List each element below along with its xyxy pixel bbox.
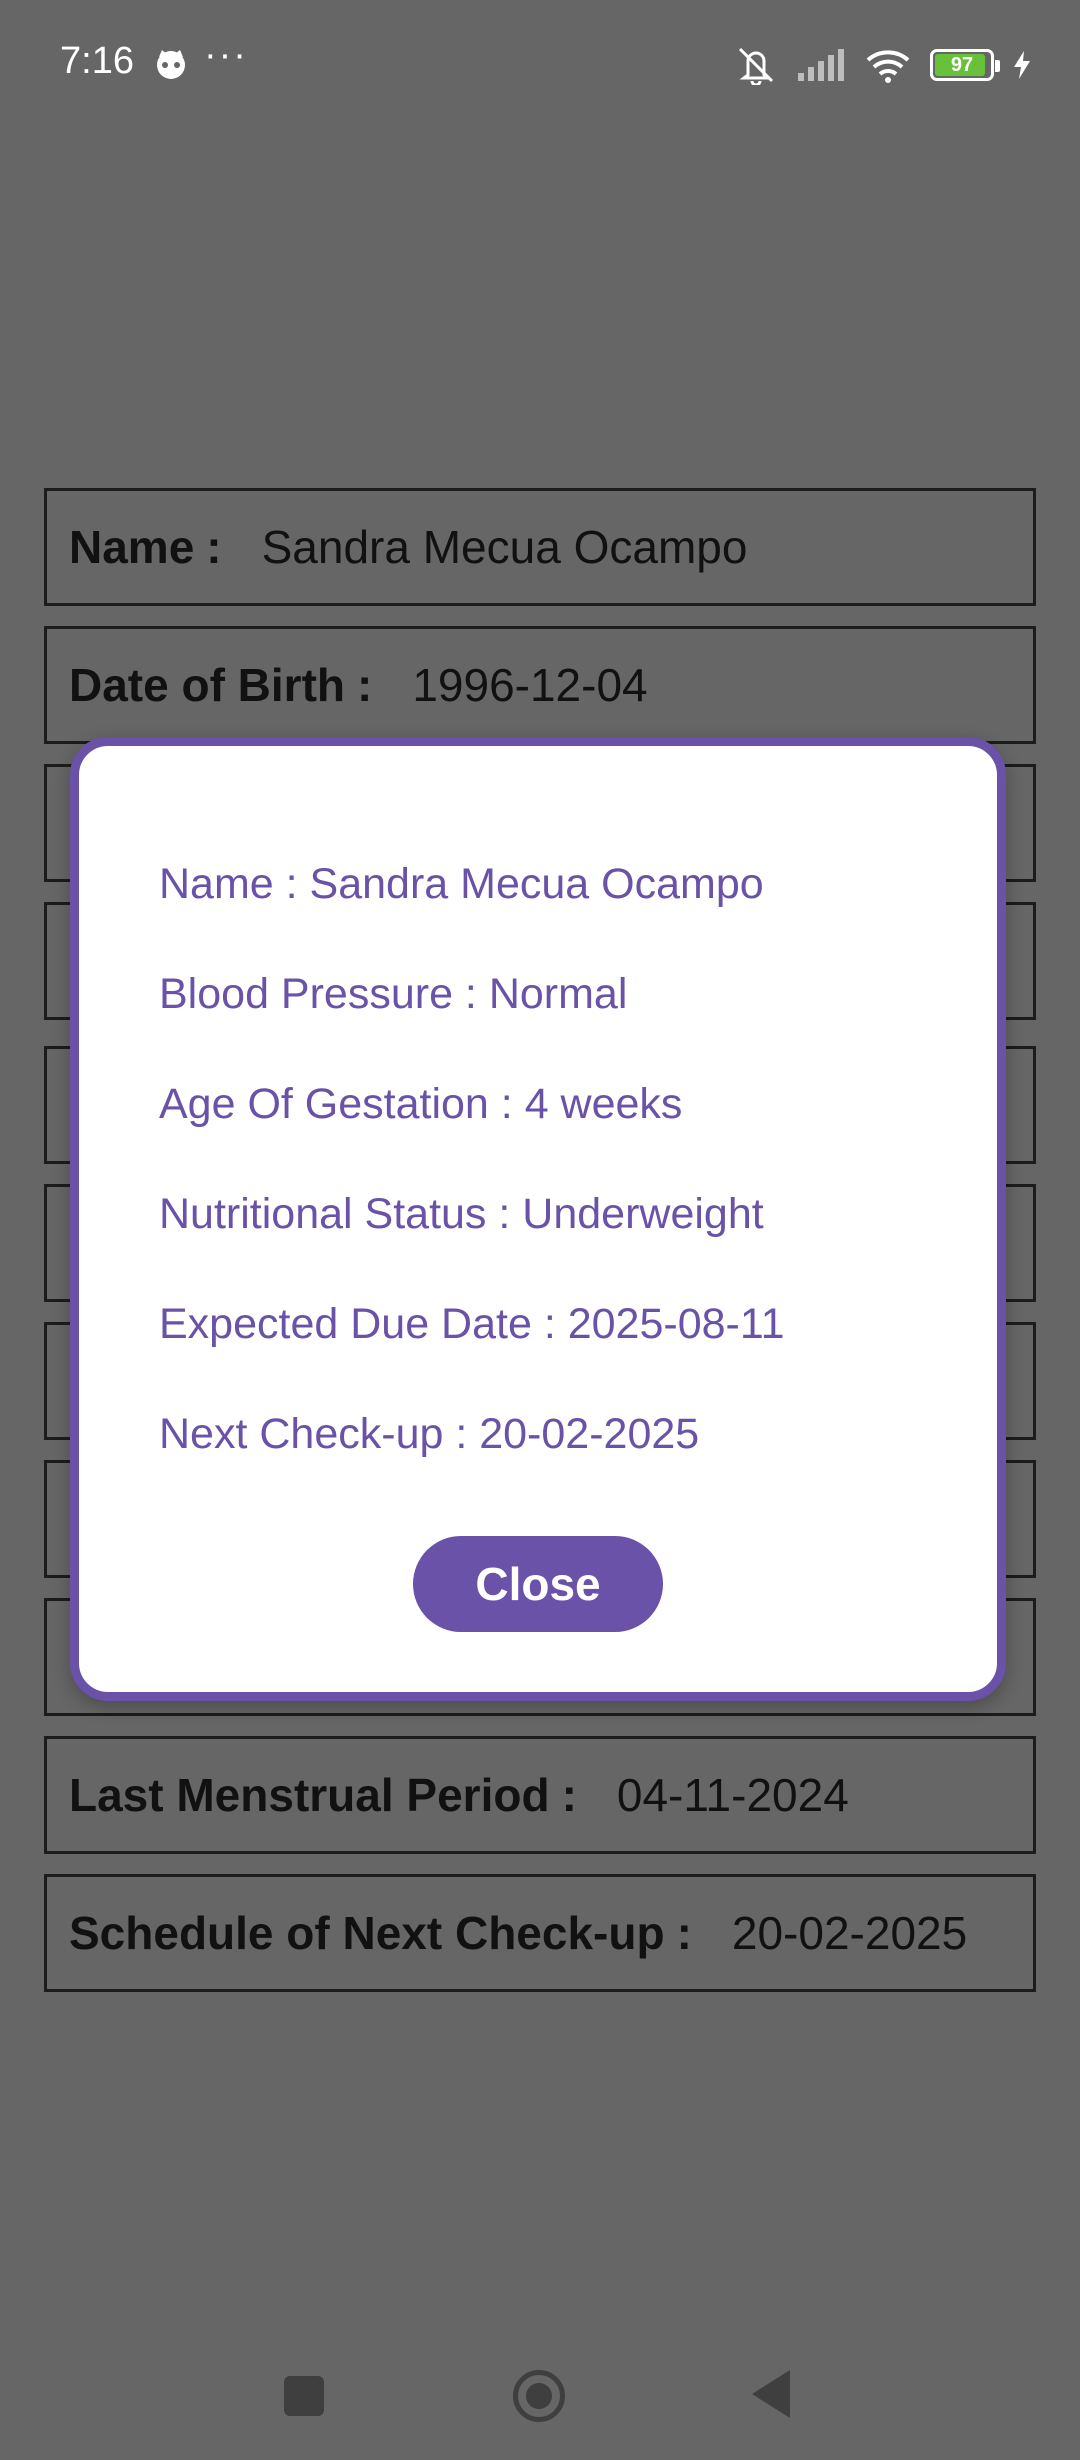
dialog-gestation-line: Age Of Gestation : 4 weeks	[159, 1080, 683, 1128]
form-row-name: Name : Sandra Mecua Ocampo	[44, 488, 1036, 606]
battery-tip	[995, 60, 1000, 72]
form-colon: :	[357, 659, 373, 711]
home-circle-icon[interactable]	[513, 2370, 565, 2422]
form-label: Date of Birth	[69, 659, 345, 711]
battery-icon: 97	[930, 49, 1000, 81]
summary-dialog: Name : Sandra Mecua Ocampo Blood Pressur…	[70, 737, 1006, 1701]
status-icons: 97	[734, 40, 1032, 90]
form-label: Schedule of Next Check-up	[69, 1907, 665, 1959]
battery-level: 97	[950, 53, 974, 76]
form-row-next-checkup: Schedule of Next Check-up : 20-02-2025	[44, 1874, 1036, 1992]
form-row-date-of-birth: Date of Birth : 1996-12-04	[44, 626, 1036, 744]
signal-icon	[798, 49, 844, 81]
form-value: 04-11-2024	[616, 1769, 849, 1821]
form-colon: :	[676, 1907, 692, 1959]
back-triangle-icon[interactable]	[752, 2370, 790, 2418]
home-circle-inner	[526, 2383, 552, 2409]
close-button[interactable]: Close	[413, 1536, 663, 1632]
more-notifications-icon: ···	[204, 34, 248, 76]
form-colon: :	[561, 1769, 577, 1821]
vibrate-off-icon	[738, 47, 774, 85]
form-row-last-menstrual-period: Last Menstrual Period : 04-11-2024	[44, 1736, 1036, 1854]
form-value: 20-02-2025	[731, 1907, 968, 1959]
form-value: Sandra Mecua Ocampo	[261, 521, 748, 573]
recents-square-icon[interactable]	[284, 2376, 324, 2416]
dialog-name-line: Name : Sandra Mecua Ocampo	[159, 860, 764, 908]
cat-face-icon	[157, 50, 185, 79]
form-colon: :	[206, 521, 222, 573]
form-value: 1996-12-04	[412, 659, 648, 711]
dialog-next-checkup-line: Next Check-up : 20-02-2025	[159, 1410, 700, 1458]
wifi-icon	[866, 50, 910, 83]
form-label: Last Menstrual Period	[69, 1769, 550, 1821]
dialog-nutrition-line: Nutritional Status : Underweight	[159, 1190, 764, 1238]
status-bar: 7:16 ··· 97	[0, 0, 1080, 130]
charging-bolt-icon	[1014, 51, 1030, 79]
dialog-blood-pressure-line: Blood Pressure : Normal	[159, 970, 628, 1018]
form-label: Name	[69, 521, 195, 573]
status-time: 7:16	[60, 40, 134, 82]
dialog-due-date-line: Expected Due Date : 2025-08-11	[159, 1300, 785, 1348]
